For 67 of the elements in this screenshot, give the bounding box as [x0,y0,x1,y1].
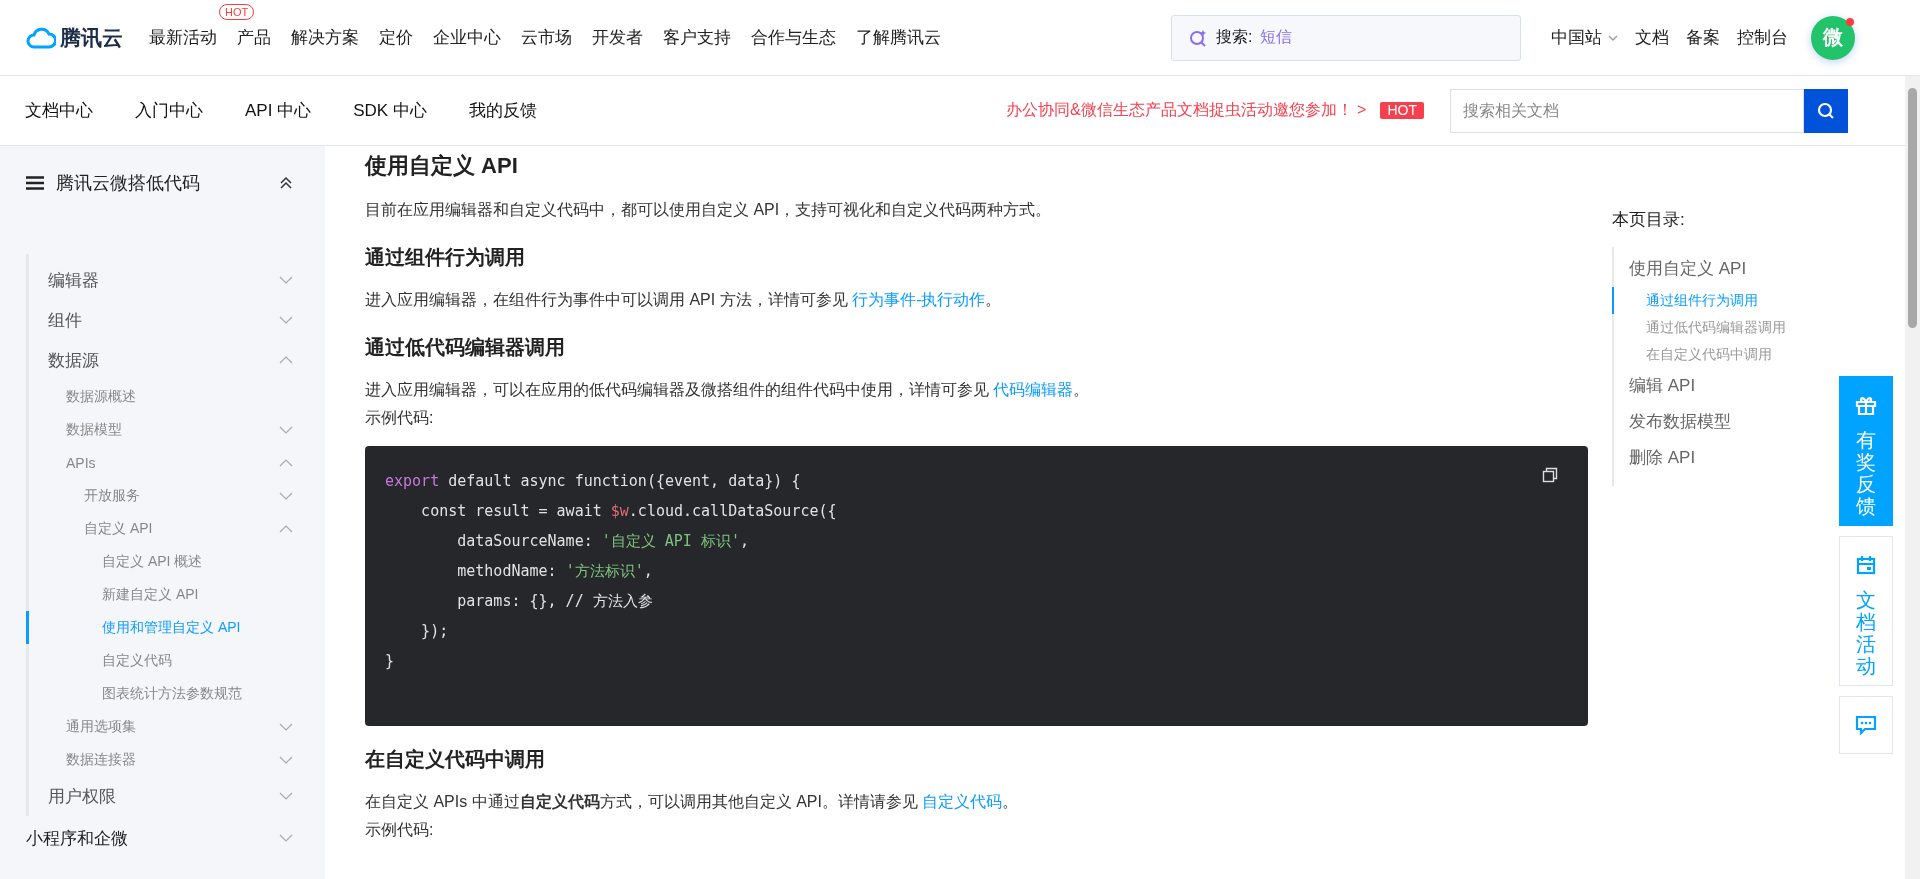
logo-text[interactable]: 腾讯云 [60,23,123,52]
search-value: 短信 [1260,27,1293,47]
toc-title: 本页目录: [1612,209,1686,231]
side-float-button[interactable] [1839,696,1893,754]
doc-tab[interactable]: SDK 中心 [353,99,427,122]
top-link[interactable]: 控制台 [1737,26,1788,49]
paragraph: 进入应用编辑器，在组件行为事件中可以调用 API 方法，详情可参见 行为事件-执行动作。 [365,290,1003,310]
cloud-logo-icon [26,26,56,49]
chat-icon [1855,715,1877,735]
gift-icon [1855,395,1877,415]
section-heading: 通过组件行为调用 [365,245,526,270]
code-line: params: {}, // 方法入参 [456,591,653,612]
code-line: dataSourceName: '自定义 API 标识', [456,531,749,552]
nav-link[interactable]: 开发者 [592,28,643,47]
hot-badge: HOT [1380,102,1424,119]
sidebar-title: 腾讯云微搭低代码 [56,172,200,195]
hot-badge: HOT [219,4,255,20]
search-button[interactable] [1804,88,1848,133]
top-link[interactable]: 备案 [1686,26,1720,49]
nav-link[interactable]: 最新活动 [149,28,217,47]
nav-link[interactable]: 产品 [237,28,271,47]
toc-link[interactable]: 发布数据模型 [1612,404,1786,440]
code-line: const result = await $w.cloud.callDataSource({ [420,501,837,522]
search-field[interactable]: 搜索: 短信 [1171,14,1521,61]
doc-tab[interactable]: 文档中心 [25,99,93,122]
sidebar-item[interactable]: 组件 [26,300,299,340]
toc-link[interactable]: 删除 API [1612,440,1786,476]
menu-icon[interactable] [26,176,44,190]
code-line: export default async function({event, data}) { [385,471,801,492]
scrollbar-thumb[interactable] [1908,88,1917,328]
sidebar-item[interactable]: 数据源 [26,340,299,380]
paragraph: 示例代码: [365,820,435,840]
article-heading: 使用自定义 API [365,152,519,180]
top-link[interactable]: 中国站 [1551,26,1618,49]
sidebar-section[interactable]: 小程序和企微 [26,816,299,860]
paragraph: 示例代码: [365,408,435,428]
section-heading: 在自定义代码中调用 [365,747,546,772]
nav-link[interactable]: 企业中心 [433,28,501,47]
top-link[interactable]: 文档 [1635,26,1669,49]
promo-link[interactable]: 办公协同&微信生态产品文档捉虫活动邀您参加！ > [1005,100,1367,121]
sidebar-item[interactable]: 用户权限 [26,776,299,816]
search-label: 搜索: [1216,27,1253,47]
doc-tab[interactable]: API 中心 [245,99,312,122]
doc-search-field[interactable]: 搜索相关文档 [1450,88,1804,133]
scrollbar[interactable] [1905,76,1920,879]
code-line: methodName: '方法标识', [456,561,653,582]
nav-link[interactable]: 了解腾讯云 [856,28,941,47]
paragraph: 进入应用编辑器，可以在应用的低代码编辑器及微搭组件的组件代码中使用，详情可参见 代码编辑器。 [365,380,1091,400]
toc-link[interactable]: 使用自定义 API [1612,251,1786,287]
collapse-icon[interactable] [279,176,293,190]
nav-link[interactable]: 客户支持 [663,28,731,47]
toc-link[interactable]: 编辑 API [1612,368,1786,404]
code-line: } [385,651,395,672]
calendar-icon [1856,555,1876,575]
paragraph: 在自定义 APIs 中通过自定义代码方式，可以调用其他自定义 API。详情请参见 自定义代码。 [365,792,1020,812]
nav-link[interactable]: 解决方案 [291,28,359,47]
doc-tab[interactable]: 我的反馈 [468,99,537,122]
section-heading: 通过低代码编辑器调用 [365,335,566,360]
sidebar-item[interactable]: 编辑器 [26,260,299,300]
copy-icon[interactable] [1542,467,1558,483]
paragraph: 目前在应用编辑器和自定义代码中，都可以使用自定义 API，支持可视化和自定义代码两种方式。 [365,200,1053,220]
code-line: }); [420,621,449,642]
nav-link[interactable]: 合作与生态 [751,28,836,47]
search-icon [1816,100,1836,121]
nav-link[interactable]: 云市场 [521,28,572,47]
nav-link[interactable]: 定价 [379,28,413,47]
doc-tab[interactable]: 入门中心 [135,99,203,122]
